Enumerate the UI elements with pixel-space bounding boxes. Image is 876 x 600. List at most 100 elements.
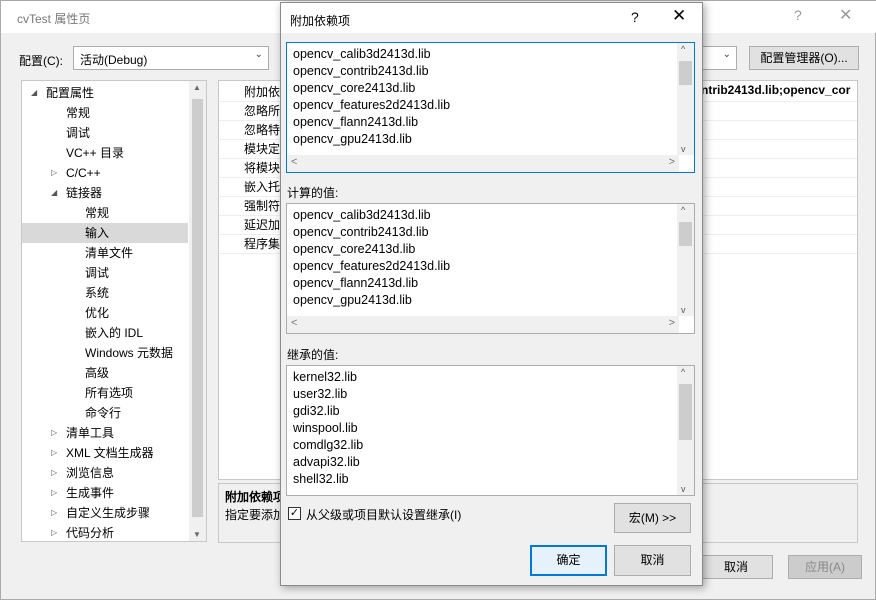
tree-item[interactable]: 输入 — [22, 223, 188, 243]
calculated-hscrollbar[interactable]: < > — [287, 316, 679, 333]
expand-icon[interactable]: ▷ — [51, 423, 57, 443]
help-icon[interactable]: ? — [631, 9, 639, 25]
edit-line: opencv_calib3d2413d.lib — [293, 47, 431, 61]
property-name: 附加依 — [244, 85, 281, 99]
scroll-thumb[interactable] — [192, 99, 203, 517]
inherited-values-list[interactable]: kernel32.lib user32.lib gdi32.lib winspool.… — [286, 365, 695, 496]
calculated-scrollbar[interactable]: ^ v — [677, 204, 694, 316]
tree-item[interactable]: 高级 — [22, 363, 188, 383]
ok-button[interactable]: 确定 — [530, 545, 607, 576]
tree-item-label: 链接器 — [66, 186, 103, 200]
additional-dependencies-value[interactable]: ntrib2413d.lib;opencv_cor — [701, 83, 857, 97]
expand-icon[interactable]: ▷ — [51, 483, 57, 503]
dialog-cancel-button[interactable]: 取消 — [614, 545, 691, 576]
tree-item[interactable]: 常规 — [22, 203, 188, 223]
chevron-down-icon: ⌄ — [722, 49, 731, 60]
expand-icon[interactable]: ▷ — [51, 523, 57, 541]
scroll-down-icon[interactable]: ▼ — [193, 530, 201, 539]
tree-item[interactable]: 常规 — [22, 103, 188, 123]
tree-item-label: 调试 — [66, 126, 91, 140]
tree-item[interactable]: Windows 元数据 — [22, 343, 188, 363]
config-label: 配置(C): — [19, 54, 63, 68]
property-name: 将模块 — [244, 161, 281, 175]
cancel-button[interactable]: 取消 — [699, 555, 773, 579]
tree-item[interactable]: ▷ 生成事件 — [22, 483, 188, 503]
description-title: 附加依赖项 — [225, 490, 286, 504]
config-manager-button[interactable]: 配置管理器(O)... — [749, 46, 859, 70]
macros-button[interactable]: 宏(M) >> — [614, 503, 691, 533]
expand-icon[interactable]: ▷ — [51, 463, 57, 483]
scroll-thumb[interactable] — [679, 384, 692, 440]
tree-item[interactable]: ▷ 代码分析 — [22, 523, 188, 541]
inherit-checkbox[interactable]: ✓ — [288, 507, 301, 520]
calculated-line: opencv_core2413d.lib — [293, 242, 416, 256]
tree-item[interactable]: ▷ 清单工具 — [22, 423, 188, 443]
scroll-left-icon[interactable]: < — [291, 317, 297, 329]
tree-item[interactable]: ▷ 自定义生成步骤 — [22, 503, 188, 523]
close-icon[interactable]: ✕ — [839, 5, 852, 25]
expand-icon[interactable]: ▷ — [51, 503, 57, 523]
tree-item[interactable]: 系统 — [22, 283, 188, 303]
additional-dependencies-dialog: 附加依赖项 ? ✕ opencv_calib3d2413d.lib opencv_… — [280, 2, 703, 586]
tree-item[interactable]: ◢ 配置属性 — [22, 83, 188, 103]
dialog-titlebar: 附加依赖项 ? ✕ — [281, 3, 702, 33]
property-name: 忽略特 — [244, 123, 281, 137]
scroll-thumb[interactable] — [679, 61, 692, 85]
inherited-line: gdi32.lib — [293, 404, 340, 418]
tree-scrollbar[interactable]: ▲ ▼ — [189, 81, 206, 541]
platform-dropdown[interactable]: ⌄ — [701, 46, 737, 70]
config-value: 活动(Debug) — [80, 53, 148, 67]
config-dropdown[interactable]: 活动(Debug) ⌄ — [73, 46, 269, 70]
tree-item-label: 高级 — [85, 366, 110, 380]
calculated-line: opencv_contrib2413d.lib — [293, 225, 429, 239]
property-tree[interactable]: ◢ 配置属性 常规 调试 VC++ 目录 ▷ C/C++ ◢ 链接器 常规 输入 清单文件 调试 系统 优化… — [21, 80, 207, 542]
scroll-thumb[interactable] — [679, 222, 692, 246]
close-icon[interactable]: ✕ — [672, 6, 686, 26]
window-title: cvTest 属性页 — [17, 12, 91, 26]
scroll-up-icon[interactable]: ^ — [681, 367, 685, 377]
tree-item[interactable]: 优化 — [22, 303, 188, 323]
scroll-right-icon[interactable]: > — [669, 156, 675, 168]
tree-item[interactable]: 嵌入的 IDL — [22, 323, 188, 343]
dialog-title: 附加依赖项 — [290, 14, 351, 28]
scroll-down-icon[interactable]: v — [681, 484, 686, 494]
tree-item-label: 输入 — [85, 226, 110, 240]
expand-icon[interactable]: ▷ — [51, 443, 57, 463]
help-icon[interactable]: ? — [794, 7, 802, 23]
tree-item-label: 自定义生成步骤 — [66, 506, 151, 520]
inherit-checkbox-label[interactable]: 从父级或项目默认设置继承(I) — [306, 506, 461, 523]
tree-item[interactable]: ▷ C/C++ — [22, 163, 188, 183]
tree-item[interactable]: 所有选项 — [22, 383, 188, 403]
tree-item-label: 常规 — [66, 106, 91, 120]
edit-hscrollbar[interactable]: < > — [287, 155, 679, 172]
tree-item-label: Windows 元数据 — [85, 346, 174, 360]
calculated-values-label: 计算的值: — [287, 186, 339, 200]
scroll-down-icon[interactable]: v — [681, 305, 686, 315]
edit-line: opencv_gpu2413d.lib — [293, 132, 412, 146]
inherited-scrollbar[interactable]: ^ v — [677, 366, 694, 495]
tree-item[interactable]: ▷ 浏览信息 — [22, 463, 188, 483]
tree-item[interactable]: 清单文件 — [22, 243, 188, 263]
dependencies-edit-box[interactable]: opencv_calib3d2413d.lib opencv_contrib241… — [286, 42, 695, 173]
scroll-left-icon[interactable]: < — [291, 156, 297, 168]
scroll-up-icon[interactable]: ▲ — [193, 83, 201, 92]
tree-item[interactable]: VC++ 目录 — [22, 143, 188, 163]
tree-item[interactable]: 命令行 — [22, 403, 188, 423]
inherited-line: winspool.lib — [293, 421, 358, 435]
collapse-icon[interactable]: ◢ — [51, 183, 57, 203]
tree-item[interactable]: 调试 — [22, 123, 188, 143]
scroll-up-icon[interactable]: ^ — [681, 44, 685, 54]
calculated-values-list[interactable]: opencv_calib3d2413d.lib opencv_contrib241… — [286, 203, 695, 334]
tree-item[interactable]: 调试 — [22, 263, 188, 283]
tree-item[interactable]: ◢ 链接器 — [22, 183, 188, 203]
scroll-down-icon[interactable]: v — [681, 144, 686, 154]
scroll-right-icon[interactable]: > — [669, 317, 675, 329]
expand-icon[interactable]: ▷ — [51, 163, 57, 183]
tree-item[interactable]: ▷ XML 文档生成器 — [22, 443, 188, 463]
calculated-line: opencv_calib3d2413d.lib — [293, 208, 431, 222]
collapse-icon[interactable]: ◢ — [31, 83, 37, 103]
scroll-up-icon[interactable]: ^ — [681, 205, 685, 215]
edit-scrollbar[interactable]: ^ v — [677, 43, 694, 155]
apply-button[interactable]: 应用(A) — [788, 555, 862, 579]
tree-item-label: 清单文件 — [85, 246, 134, 260]
